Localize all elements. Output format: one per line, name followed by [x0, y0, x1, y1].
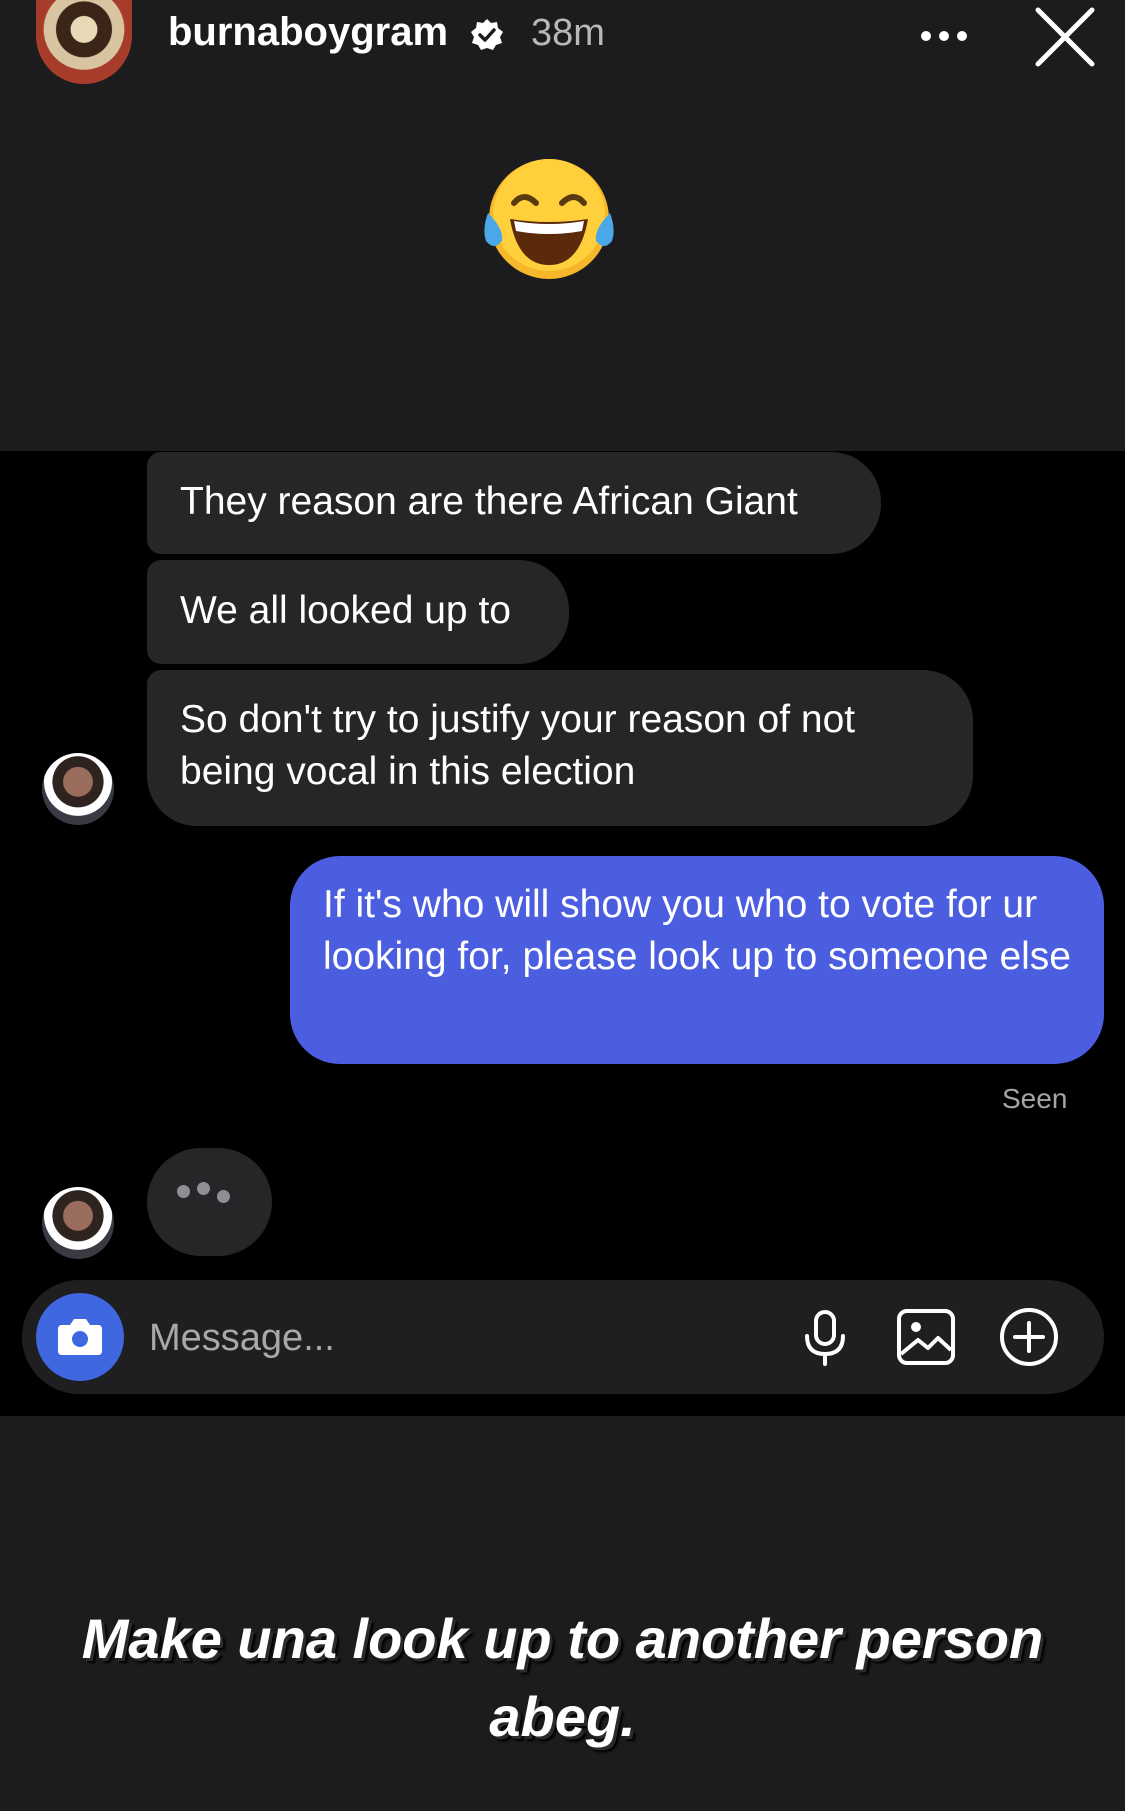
received-message: So don't try to justify your reason of n… [147, 670, 973, 826]
username[interactable]: burnaboygram [168, 10, 448, 55]
message-composer [22, 1280, 1104, 1394]
contact-avatar[interactable] [42, 753, 114, 825]
gallery-icon[interactable] [896, 1308, 956, 1366]
typing-dot [217, 1190, 230, 1203]
message-input[interactable] [147, 1310, 671, 1366]
close-icon[interactable] [1034, 6, 1096, 68]
more-icon[interactable] [920, 30, 968, 42]
dm-screenshot: They reason are there African Giant We a… [0, 451, 1125, 1416]
verified-icon [471, 19, 503, 50]
typing-dot [177, 1185, 190, 1198]
plus-icon[interactable] [998, 1306, 1060, 1368]
profile-avatar[interactable] [36, 0, 132, 84]
story-caption: Make una look up to another person abeg. [81, 1607, 1044, 1748]
sent-message: If it's who will show you who to vote fo… [290, 856, 1104, 1064]
camera-icon [58, 1319, 102, 1355]
received-message: They reason are there African Giant [147, 452, 881, 554]
story-header: burnaboygram 38m [0, 0, 1125, 90]
typing-indicator [147, 1148, 272, 1256]
story-timestamp: 38m [531, 12, 605, 54]
contact-avatar[interactable] [42, 1187, 114, 1259]
seen-status: Seen [1002, 1083, 1068, 1114]
mic-icon[interactable] [802, 1310, 848, 1366]
camera-button[interactable] [36, 1293, 124, 1381]
laughing-emoji-icon [484, 159, 614, 279]
received-message: We all looked up to [147, 560, 569, 664]
typing-dot [197, 1182, 210, 1195]
